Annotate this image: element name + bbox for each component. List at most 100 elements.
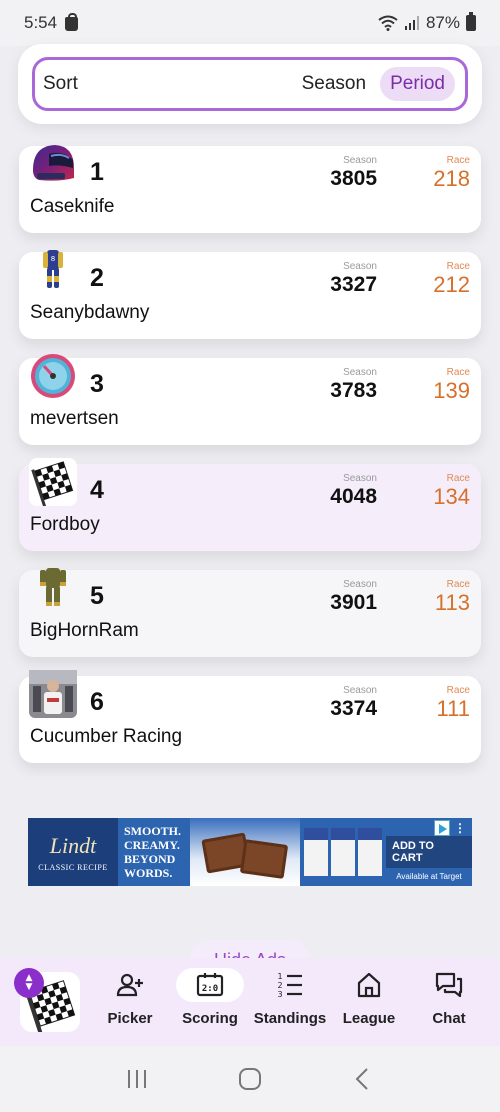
standings-row-3[interactable]: 3 mevertsen Season 3783 Race 139 <box>19 354 481 445</box>
standings-row-1[interactable]: 1 Caseknife Season 3805 Race 218 <box>19 145 481 233</box>
more-options-icon[interactable]: ⋮ <box>454 822 466 834</box>
home-circle-icon <box>238 1068 261 1090</box>
nav-standings[interactable]: 1 2 3 Standings <box>252 968 328 1036</box>
home-icon <box>357 972 381 998</box>
nav-icon-wrap: 1 2 3 <box>256 968 324 1002</box>
recent-apps-icon <box>127 1070 146 1088</box>
sort-season-button[interactable]: Season <box>292 67 376 101</box>
system-nav-bar <box>0 1046 500 1112</box>
photo-avatar <box>29 670 77 718</box>
race-label: Race <box>446 261 470 272</box>
season-points: 4048 <box>330 485 377 508</box>
team-name: Cucumber Racing <box>30 726 183 747</box>
ad-choices[interactable]: ⋮ <box>434 820 466 836</box>
sort-label: Sort <box>43 73 78 94</box>
season-points: 3327 <box>330 273 377 296</box>
nav-icon-wrap <box>335 968 403 1002</box>
season-label: Season <box>343 685 377 696</box>
ad-product-packs <box>300 818 386 886</box>
season-points: 3805 <box>330 167 377 190</box>
home-button[interactable] <box>230 1059 270 1099</box>
season-points: 3374 <box>330 697 377 720</box>
team-switch-chevron-icon[interactable]: ▲ ▼ <box>14 968 44 998</box>
season-label: Season <box>343 473 377 484</box>
nav-icon-wrap: 2:0 <box>176 968 244 1002</box>
driver-suit-icon: 8 <box>29 246 77 294</box>
ad-brand-sub: CLASSIC RECIPE <box>38 862 108 872</box>
nav-label: Scoring <box>182 1010 238 1027</box>
season-points: 3783 <box>330 379 377 402</box>
sort-control: Sort Season Period <box>32 57 468 111</box>
ad-copy-line: BEYOND <box>124 852 176 866</box>
standings-row-5[interactable]: 5 BigHornRam Season 3901 Race 113 <box>19 568 481 657</box>
nav-scoring[interactable]: 2:0 Scoring <box>172 968 248 1036</box>
race-label: Race <box>446 367 470 378</box>
status-left: 5:54 <box>24 13 79 33</box>
firesuit-icon <box>29 564 77 612</box>
sort-options: Season Period <box>292 67 455 101</box>
battery-percent: 87% <box>425 13 460 32</box>
standings-row-6[interactable]: 6 Cucumber Racing Season 3374 Race 111 <box>19 670 481 763</box>
race-points: 113 <box>434 590 470 615</box>
ad-brand: Lindt <box>49 832 97 858</box>
ad-chocolate-image <box>190 818 300 886</box>
team-name: BigHornRam <box>30 620 139 641</box>
rank-number: 2 <box>90 264 104 292</box>
back-chevron-icon <box>355 1068 369 1090</box>
add-to-cart-button[interactable]: ADD TO CART <box>386 835 472 868</box>
rank-number: 3 <box>90 370 104 398</box>
shopping-bag-icon <box>65 13 79 31</box>
ad-copy-line: CREAMY. <box>124 838 180 852</box>
nav-icon-wrap <box>415 968 483 1002</box>
race-points: 139 <box>433 378 470 403</box>
scoreboard-icon: 2:0 <box>196 973 224 997</box>
checkered-flag-icon <box>29 458 77 509</box>
chat-icon <box>435 972 463 998</box>
race-label: Race <box>446 155 470 166</box>
race-points: 218 <box>433 166 470 191</box>
season-label: Season <box>343 155 377 166</box>
svg-text:1: 1 <box>277 972 282 981</box>
nav-chat[interactable]: Chat <box>411 968 487 1036</box>
ad-cta: ⋮ ADD TO CART Available at Target <box>386 818 472 886</box>
nav-label: Standings <box>253 1010 327 1027</box>
nav-league[interactable]: League <box>331 968 407 1036</box>
battery-icon <box>466 12 476 31</box>
numbered-list-icon: 1 2 3 <box>277 972 302 999</box>
race-points: 111 <box>436 696 470 721</box>
product-pack <box>358 828 382 876</box>
standings-row-4[interactable]: 4 Fordboy Season 4048 Race 134 <box>19 458 481 551</box>
status-bar: 5:54 87% <box>0 0 500 46</box>
nav-label: Chat <box>432 1010 466 1027</box>
rank-number: 6 <box>90 688 104 716</box>
ad-banner[interactable]: Lindt CLASSIC RECIPE SMOOTH. CREAMY. BEY… <box>28 818 472 886</box>
season-points: 3901 <box>330 591 377 614</box>
team-name: mevertsen <box>30 408 119 429</box>
race-label: Race <box>446 579 470 590</box>
season-label: Season <box>343 261 377 272</box>
season-label: Season <box>343 367 377 378</box>
signal-icon <box>404 16 419 30</box>
ad-copy: SMOOTH. CREAMY. BEYOND WORDS. <box>118 824 190 880</box>
chocolate-bar <box>239 839 289 879</box>
ad-brand-logo: Lindt CLASSIC RECIPE <box>28 818 118 886</box>
rank-number: 5 <box>90 582 104 610</box>
helmet-icon <box>29 140 77 188</box>
rank-number: 1 <box>90 158 104 186</box>
status-right: 87% <box>378 12 476 33</box>
sort-card: Sort Season Period <box>18 44 482 124</box>
add-user-icon <box>116 973 143 997</box>
ad-choices-icon[interactable] <box>434 820 450 836</box>
team-name: Seanybdawny <box>30 302 150 323</box>
race-points: 134 <box>433 484 470 509</box>
team-name: Caseknife <box>30 196 115 217</box>
back-button[interactable] <box>343 1059 383 1099</box>
standings-row-2[interactable]: 8 2 Seanybdawny Season 3327 Race 212 <box>19 250 481 339</box>
status-time: 5:54 <box>24 13 58 32</box>
svg-text:2: 2 <box>277 981 282 990</box>
nav-picker[interactable]: Picker <box>92 968 168 1036</box>
recent-apps-button[interactable] <box>117 1059 157 1099</box>
gauge-icon <box>29 352 77 400</box>
sort-period-button[interactable]: Period <box>380 67 455 101</box>
nav-label: League <box>342 1010 396 1027</box>
